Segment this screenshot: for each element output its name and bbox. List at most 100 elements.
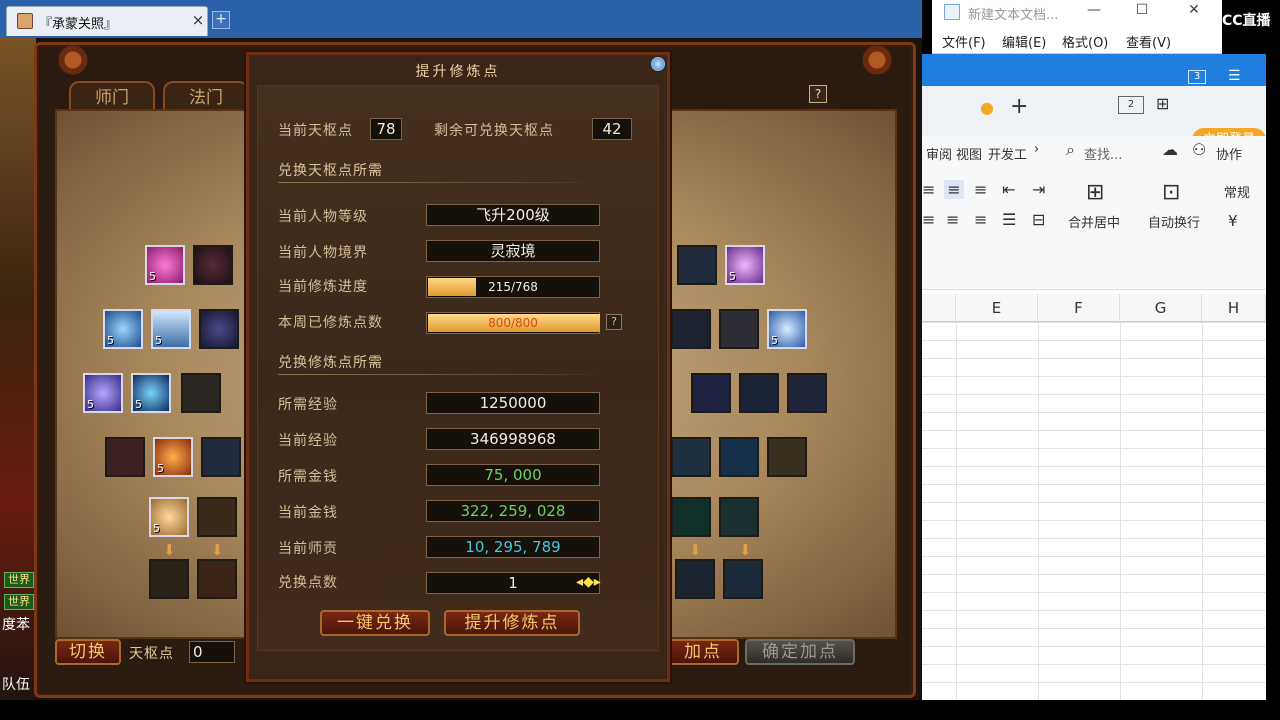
menu-edit[interactable]: 编辑(E) — [1002, 32, 1046, 51]
chat-text: 度苯 — [2, 617, 30, 633]
contribution-label: 当前师贡 — [278, 541, 338, 557]
skill-icon[interactable]: 5 — [149, 497, 189, 537]
notepad-window: 新建文本文档... — ☐ ✕ 文件(F) 编辑(E) 格式(O) 查看(V) — [932, 0, 1222, 54]
notepad-icon — [944, 4, 960, 20]
add-points-button[interactable]: 加点 — [667, 639, 739, 665]
skill-icon[interactable] — [149, 559, 189, 599]
current-money-value: 322, 259, 028 — [426, 500, 600, 522]
skill-icon[interactable] — [671, 497, 711, 537]
row-gridline — [922, 376, 1266, 377]
skill-icon[interactable] — [739, 373, 779, 413]
close-icon[interactable]: ✕ — [1184, 2, 1204, 18]
cell-grid[interactable] — [922, 54, 1266, 700]
close-icon[interactable] — [651, 57, 665, 71]
team-label: 队伍 — [2, 677, 30, 693]
current-exp-value: 346998968 — [426, 428, 600, 450]
chat-channel-world-2[interactable]: 世界 — [4, 594, 34, 610]
arrow-down-icon: ⬇ — [163, 541, 176, 559]
skill-level: 5 — [149, 270, 156, 283]
skill-icon[interactable] — [787, 373, 827, 413]
column-gridline — [956, 322, 957, 700]
skill-icon[interactable] — [105, 437, 145, 477]
level-label: 当前人物等级 — [278, 209, 368, 225]
help-button[interactable]: ? — [809, 85, 827, 103]
skill-icon[interactable] — [723, 559, 763, 599]
stepper-icon[interactable]: ◂◆▸ — [576, 574, 601, 590]
row-gridline — [922, 574, 1266, 575]
arrow-down-icon: ⬇ — [739, 541, 752, 559]
skill-icon[interactable] — [193, 245, 233, 285]
one-click-exchange-button[interactable]: 一键兑换 — [320, 610, 430, 636]
skill-icon[interactable] — [719, 437, 759, 477]
maximize-icon[interactable]: ☐ — [1132, 2, 1152, 18]
skill-icon[interactable] — [767, 437, 807, 477]
skill-icon[interactable] — [719, 309, 759, 349]
skill-icon[interactable]: 5 — [153, 437, 193, 477]
remaining-points-value: 42 — [592, 118, 632, 140]
realm-label: 当前人物境界 — [278, 245, 368, 261]
minimize-icon[interactable]: — — [1084, 2, 1104, 18]
skill-icon[interactable]: 5 — [767, 309, 807, 349]
skill-icon[interactable] — [199, 309, 239, 349]
weekly-help-button[interactable]: ? — [606, 314, 622, 330]
skill-icon[interactable]: 5 — [151, 309, 191, 349]
section-title: 兑换修炼点所需 — [278, 355, 383, 371]
points-value: 0 — [189, 641, 235, 663]
row-gridline — [922, 394, 1266, 395]
skill-icon[interactable]: 5 — [103, 309, 143, 349]
taskbar-strip — [0, 700, 1280, 720]
skill-level: 5 — [157, 462, 164, 475]
exchange-input[interactable] — [426, 572, 600, 594]
skill-icon[interactable] — [677, 245, 717, 285]
skill-icon[interactable] — [675, 559, 715, 599]
row-gridline — [922, 412, 1266, 413]
divider — [278, 182, 600, 183]
menu-view[interactable]: 查看(V) — [1126, 32, 1171, 51]
browser-tab[interactable]: 『承蒙关照』 × — [6, 6, 208, 36]
progress-text: 215/768 — [488, 280, 538, 294]
switch-button[interactable]: 切换 — [55, 639, 121, 665]
skill-icon[interactable]: 5 — [145, 245, 185, 285]
row-gridline — [922, 430, 1266, 431]
skill-icon[interactable] — [691, 373, 731, 413]
skill-icon[interactable]: 5 — [83, 373, 123, 413]
upgrade-points-button[interactable]: 提升修炼点 — [444, 610, 580, 636]
chat-channel-world[interactable]: 世界 — [4, 572, 34, 588]
menu-format[interactable]: 格式(O) — [1062, 32, 1108, 51]
required-exp-value: 1250000 — [426, 392, 600, 414]
stream-logo: CC直播 — [1222, 13, 1271, 29]
skill-level: 5 — [107, 334, 114, 347]
row-gridline — [922, 322, 1266, 323]
weekly-label: 本周已修炼点数 — [278, 315, 383, 331]
required-exp-label: 所需经验 — [278, 397, 338, 413]
confirm-add-points-button[interactable]: 确定加点 — [745, 639, 855, 665]
skill-icon[interactable] — [181, 373, 221, 413]
ornament-icon — [43, 45, 103, 75]
required-money-value: 75, 000 — [426, 464, 600, 486]
current-exp-label: 当前经验 — [278, 433, 338, 449]
new-tab-button[interactable]: + — [212, 11, 230, 29]
skill-icon[interactable]: 5 — [131, 373, 171, 413]
dialog-title: 提升修炼点 — [415, 64, 501, 80]
level-value: 飞升200级 — [426, 204, 600, 226]
skill-icon[interactable] — [671, 437, 711, 477]
column-gridline — [1120, 322, 1121, 700]
row-gridline — [922, 484, 1266, 485]
row-gridline — [922, 466, 1266, 467]
row-gridline — [922, 646, 1266, 647]
skill-level: 5 — [155, 334, 162, 347]
skill-icon[interactable] — [671, 309, 711, 349]
skill-icon[interactable] — [201, 437, 241, 477]
skill-icon[interactable]: 5 — [725, 245, 765, 285]
close-icon[interactable]: × — [191, 11, 205, 29]
weekly-text: 800/800 — [488, 316, 538, 330]
skill-level: 5 — [135, 398, 142, 411]
skill-icon[interactable] — [197, 497, 237, 537]
current-money-label: 当前金钱 — [278, 505, 338, 521]
menu-file[interactable]: 文件(F) — [942, 32, 986, 51]
row-gridline — [922, 448, 1266, 449]
skill-icon[interactable] — [719, 497, 759, 537]
skill-icon[interactable] — [197, 559, 237, 599]
current-points-value: 78 — [370, 118, 402, 140]
notepad-title: 新建文本文档... — [968, 8, 1059, 23]
